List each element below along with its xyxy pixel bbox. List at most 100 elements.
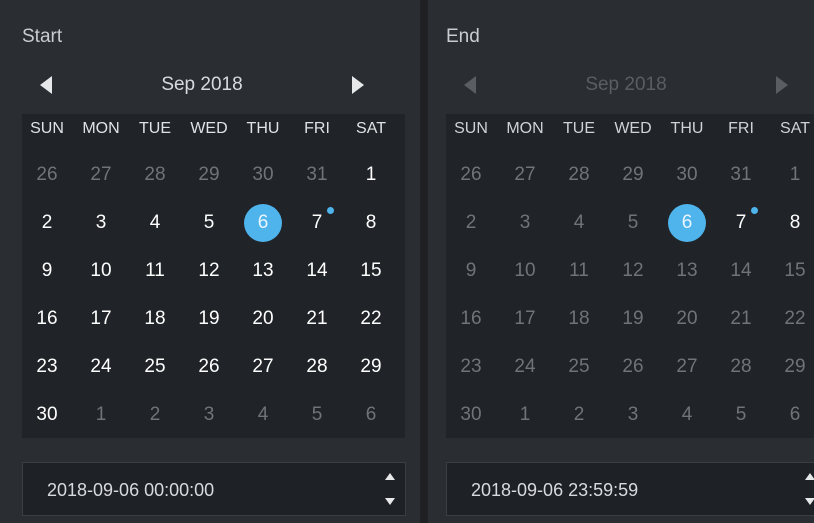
next-month-icon[interactable] — [776, 76, 788, 94]
day-cell[interactable]: 25 — [556, 344, 602, 390]
day-cell[interactable]: 28 — [718, 344, 764, 390]
day-cell[interactable]: 22 — [772, 296, 814, 342]
day-number: 6 — [365, 404, 377, 425]
day-cell[interactable]: 21 — [294, 296, 340, 342]
day-cell[interactable]: 14 — [718, 248, 764, 294]
day-cell[interactable]: 23 — [448, 344, 494, 390]
next-month-icon[interactable] — [352, 76, 364, 94]
day-cell[interactable]: 28 — [132, 152, 178, 198]
day-cell[interactable]: 1 — [348, 152, 394, 198]
spin-up-icon[interactable] — [805, 473, 814, 480]
day-cell[interactable]: 12 — [610, 248, 656, 294]
day-cell[interactable]: 7 — [294, 200, 340, 246]
day-cell[interactable]: 11 — [132, 248, 178, 294]
day-cell[interactable]: 8 — [348, 200, 394, 246]
day-cell[interactable]: 2 — [448, 200, 494, 246]
day-cell[interactable]: 31 — [718, 152, 764, 198]
day-cell[interactable]: 1 — [502, 392, 548, 438]
day-cell[interactable]: 17 — [502, 296, 548, 342]
day-cell[interactable]: 5 — [610, 200, 656, 246]
day-cell[interactable]: 26 — [186, 344, 232, 390]
day-cell[interactable]: 2 — [24, 200, 70, 246]
day-cell[interactable]: 16 — [24, 296, 70, 342]
day-cell[interactable]: 10 — [502, 248, 548, 294]
day-cell[interactable]: 24 — [78, 344, 124, 390]
day-cell[interactable]: 4 — [240, 392, 286, 438]
day-cell[interactable]: 29 — [610, 152, 656, 198]
day-cell[interactable]: 6 — [348, 392, 394, 438]
day-cell[interactable]: 30 — [240, 152, 286, 198]
day-cell[interactable]: 29 — [186, 152, 232, 198]
day-cell[interactable]: 4 — [556, 200, 602, 246]
day-cell[interactable]: 30 — [664, 152, 710, 198]
day-cell[interactable]: 29 — [772, 344, 814, 390]
day-cell[interactable]: 17 — [78, 296, 124, 342]
day-cell[interactable]: 7 — [718, 200, 764, 246]
day-cell[interactable]: 5 — [294, 392, 340, 438]
day-cell[interactable]: 13 — [240, 248, 286, 294]
day-cell[interactable]: 10 — [78, 248, 124, 294]
spin-down-icon[interactable] — [385, 498, 395, 505]
day-cell[interactable]: 27 — [240, 344, 286, 390]
day-cell[interactable]: 14 — [294, 248, 340, 294]
day-cell[interactable]: 28 — [556, 152, 602, 198]
day-cell[interactable]: 18 — [132, 296, 178, 342]
spin-up-icon[interactable] — [385, 473, 395, 480]
start-calendar-grid: SUN MON TUE WED THU FRI SAT 26 27 28 29 30 31 1 2 3 4 5 6… — [22, 114, 405, 438]
day-cell[interactable]: 31 — [294, 152, 340, 198]
spin-down-icon[interactable] — [805, 498, 814, 505]
day-cell[interactable]: 27 — [502, 152, 548, 198]
day-cell[interactable]: 6 — [664, 200, 710, 246]
day-cell[interactable]: 3 — [502, 200, 548, 246]
day-cell[interactable]: 4 — [132, 200, 178, 246]
end-time-field[interactable]: 2018-09-06 23:59:59 — [446, 462, 814, 516]
day-cell[interactable]: 5 — [718, 392, 764, 438]
day-cell[interactable]: 1 — [78, 392, 124, 438]
day-cell[interactable]: 3 — [186, 392, 232, 438]
day-cell[interactable]: 29 — [348, 344, 394, 390]
day-cell[interactable]: 12 — [186, 248, 232, 294]
day-cell[interactable]: 6 — [240, 200, 286, 246]
day-cell[interactable]: 8 — [772, 200, 814, 246]
day-number: 29 — [622, 164, 644, 185]
day-cell[interactable]: 15 — [348, 248, 394, 294]
day-cell[interactable]: 16 — [448, 296, 494, 342]
day-cell[interactable]: 18 — [556, 296, 602, 342]
day-cell[interactable]: 2 — [132, 392, 178, 438]
end-time-value[interactable]: 2018-09-06 23:59:59 — [471, 480, 638, 501]
day-number: 27 — [676, 356, 698, 377]
day-cell[interactable]: 20 — [664, 296, 710, 342]
day-cell[interactable]: 19 — [610, 296, 656, 342]
day-cell[interactable]: 27 — [78, 152, 124, 198]
day-cell[interactable]: 4 — [664, 392, 710, 438]
day-cell[interactable]: 22 — [348, 296, 394, 342]
start-time-field[interactable]: 2018-09-06 00:00:00 — [22, 462, 406, 516]
day-cell[interactable]: 15 — [772, 248, 814, 294]
day-cell[interactable]: 26 — [24, 152, 70, 198]
start-time-value[interactable]: 2018-09-06 00:00:00 — [47, 480, 214, 501]
day-cell[interactable]: 26 — [448, 152, 494, 198]
day-cell[interactable]: 11 — [556, 248, 602, 294]
day-cell[interactable]: 30 — [24, 392, 70, 438]
day-cell[interactable]: 5 — [186, 200, 232, 246]
day-cell[interactable]: 30 — [448, 392, 494, 438]
day-cell[interactable]: 25 — [132, 344, 178, 390]
day-cell[interactable]: 1 — [772, 152, 814, 198]
day-cell[interactable]: 26 — [610, 344, 656, 390]
day-cell[interactable]: 2 — [556, 392, 602, 438]
day-number: 9 — [465, 260, 477, 281]
day-cell[interactable]: 27 — [664, 344, 710, 390]
day-cell[interactable]: 6 — [772, 392, 814, 438]
day-cell[interactable]: 21 — [718, 296, 764, 342]
day-cell[interactable]: 3 — [78, 200, 124, 246]
day-cell[interactable]: 19 — [186, 296, 232, 342]
day-cell[interactable]: 24 — [502, 344, 548, 390]
day-cell[interactable]: 9 — [24, 248, 70, 294]
day-cell[interactable]: 28 — [294, 344, 340, 390]
day-cell[interactable]: 20 — [240, 296, 286, 342]
day-cell[interactable]: 3 — [610, 392, 656, 438]
day-cell[interactable]: 23 — [24, 344, 70, 390]
day-cell[interactable]: 9 — [448, 248, 494, 294]
day-cell[interactable]: 13 — [664, 248, 710, 294]
day-number: 22 — [784, 308, 806, 329]
